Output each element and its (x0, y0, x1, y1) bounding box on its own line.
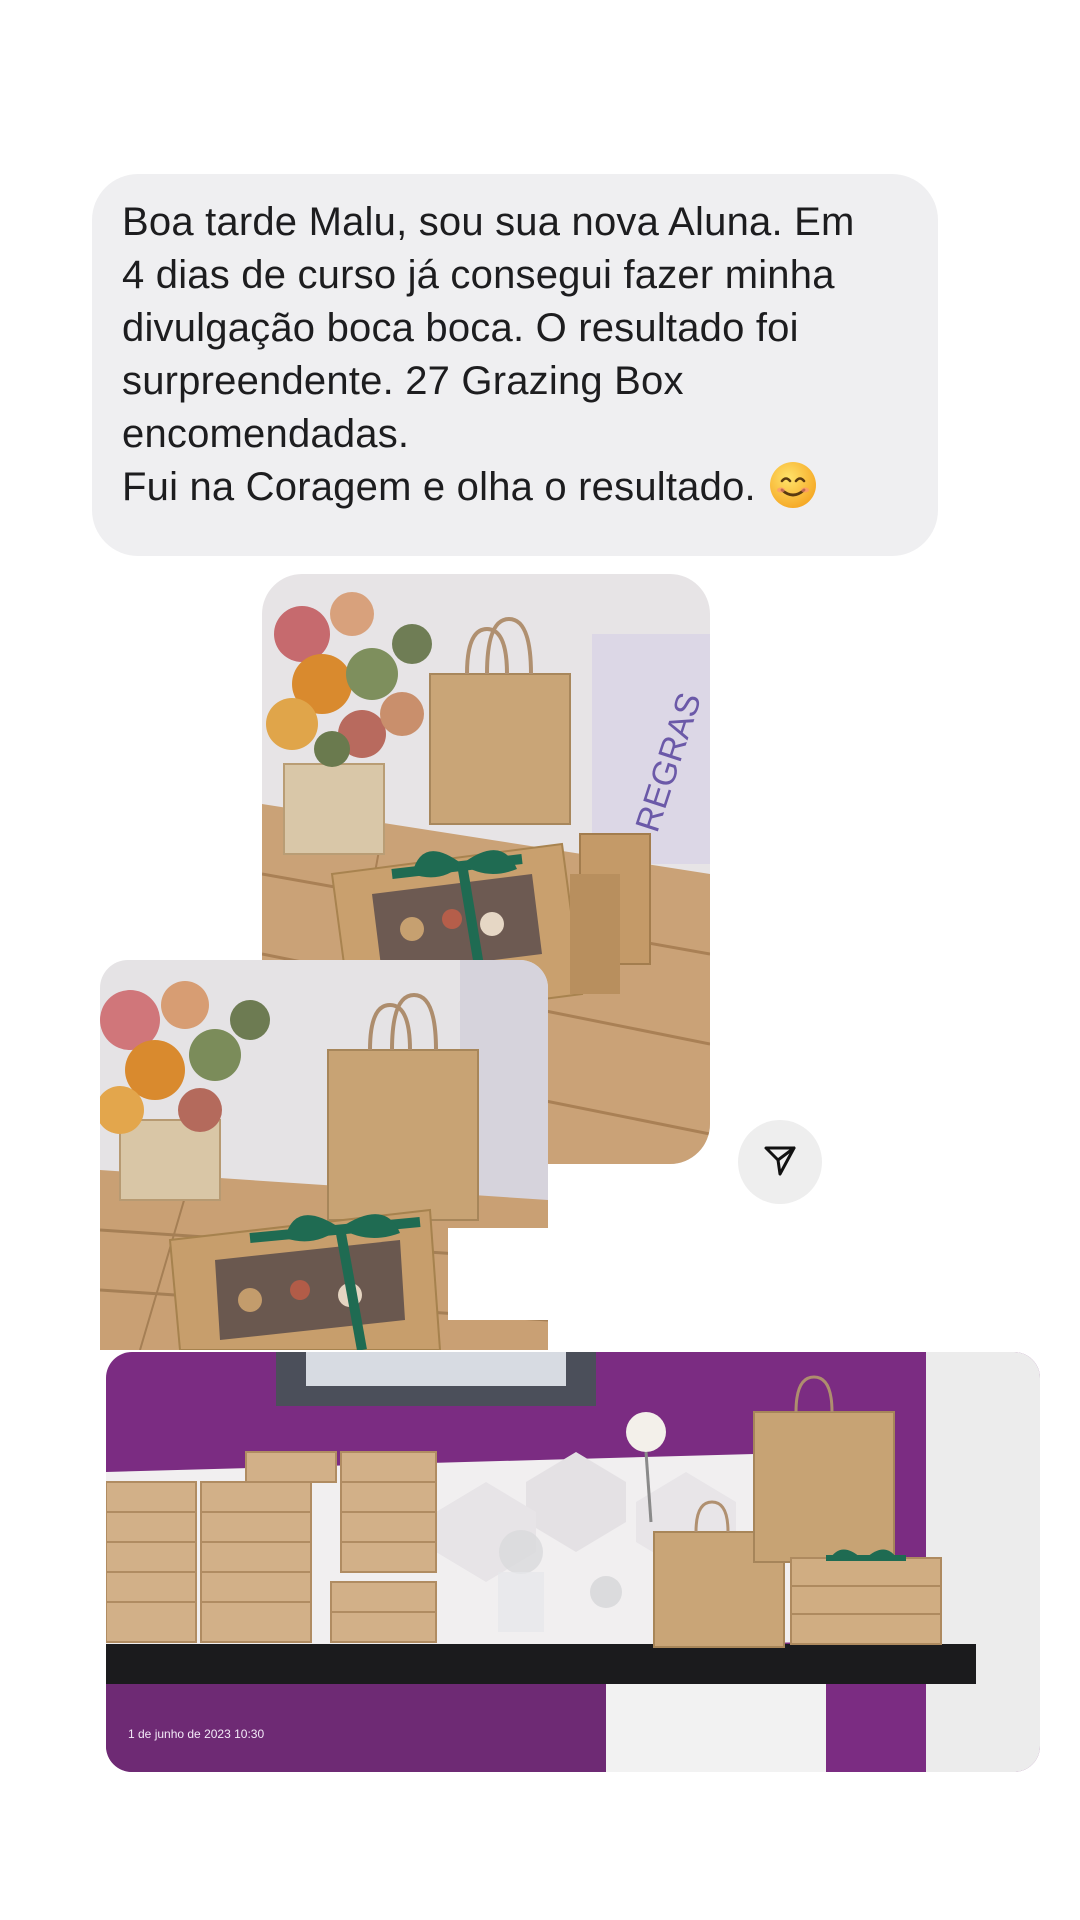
white-overlay (448, 1228, 578, 1320)
screen: Boa tarde Malu, sou sua nova Aluna. Em 4… (0, 0, 1080, 1920)
message-line: Fui na Coragem e olha o resultado. (122, 465, 756, 509)
photo-timestamp: 1 de junho de 2023 10:30 (128, 1727, 265, 1741)
message-line: Boa tarde Malu, sou sua nova Aluna. Em (122, 200, 855, 244)
message-line: 4 dias de curso já consegui fazer minha (122, 253, 835, 297)
message-line: divulgação boca boca. O resultado foi (122, 306, 799, 350)
smiling-face-icon (768, 460, 818, 510)
message-last-line: Fui na Coragem e olha o resultado. (122, 461, 908, 514)
send-icon (760, 1140, 800, 1185)
photo-packed-boxes-counter[interactable]: 1 de junho de 2023 10:30 (106, 1352, 1040, 1772)
share-button[interactable] (738, 1120, 822, 1204)
message-text: Boa tarde Malu, sou sua nova Aluna. Em 4… (122, 196, 908, 514)
photo-3-illustration (106, 1352, 1040, 1772)
message-line: surpreendente. 27 Grazing Box (122, 359, 684, 403)
message-line: encomendadas. (122, 412, 410, 456)
message-bubble[interactable]: Boa tarde Malu, sou sua nova Aluna. Em 4… (92, 174, 938, 556)
